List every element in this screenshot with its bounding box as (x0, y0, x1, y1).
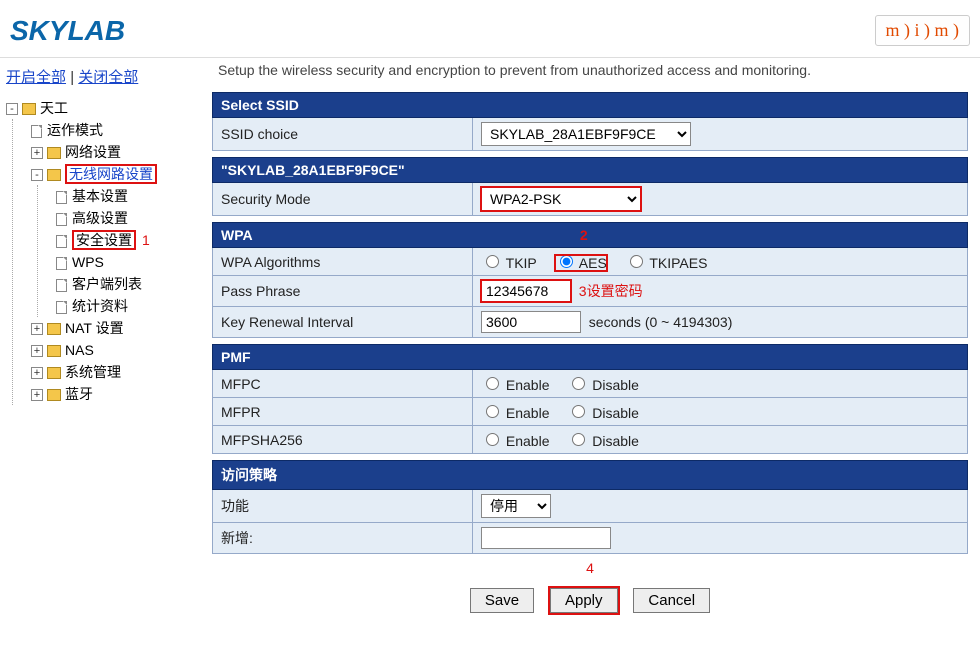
access-header: 访问策略 (213, 461, 968, 490)
mfpr-enable[interactable]: Enable (481, 405, 549, 421)
kri-input[interactable] (481, 311, 581, 333)
pmf-header: PMF (213, 345, 968, 370)
annotation-4: 4 (212, 560, 968, 576)
mfpsha-disable[interactable]: Disable (567, 433, 639, 449)
alg-tkip[interactable]: TKIP (481, 255, 537, 271)
annotation-3: 3设置密码 (579, 283, 643, 299)
open-all-link[interactable]: 开启全部 (6, 69, 66, 86)
alg-tkipaes[interactable]: TKIPAES (625, 255, 708, 271)
header-bar: SKYLAB m ) i ) m ) (0, 0, 980, 58)
tree-root-label: 天工 (40, 100, 68, 116)
select-ssid-header: Select SSID (213, 93, 968, 118)
tree-wps[interactable]: WPS (56, 251, 194, 273)
mfpr-disable[interactable]: Disable (567, 405, 639, 421)
func-select[interactable]: 停用 (481, 494, 551, 518)
alg-aes[interactable]: AES (555, 255, 607, 271)
tree-security[interactable]: 安全设置1 (56, 229, 194, 251)
mfpsha-enable[interactable]: Enable (481, 433, 549, 449)
tree-sysmgmt[interactable]: +系统管理 (31, 361, 194, 383)
func-label: 功能 (213, 490, 473, 523)
tree-advanced[interactable]: 高级设置 (56, 207, 194, 229)
passphrase-label: Pass Phrase (213, 276, 473, 307)
wpa-alg-label: WPA Algorithms (213, 248, 473, 276)
ssid-quoted-header: "SKYLAB_28A1EBF9F9CE" (213, 158, 968, 183)
passphrase-input[interactable] (481, 280, 571, 302)
wpa-header: WPA 2 (213, 223, 968, 248)
mfpc-enable[interactable]: Enable (481, 377, 549, 393)
mfpc-disable[interactable]: Disable (567, 377, 639, 393)
tree-nas[interactable]: +NAS (31, 339, 194, 361)
tree-toggle: 开启全部 | 关闭全部 (6, 66, 194, 87)
save-button[interactable]: Save (470, 588, 534, 613)
cancel-button[interactable]: Cancel (633, 588, 710, 613)
mfpsha-label: MFPSHA256 (213, 426, 473, 454)
tree-stats[interactable]: 统计资料 (56, 295, 194, 317)
tree-bt[interactable]: +蓝牙 (31, 383, 194, 405)
wpa-table: WPA 2 WPA Algorithms TKIP AES TKIPAES Pa… (212, 222, 968, 338)
tree-opmode[interactable]: 运作模式 (31, 119, 194, 141)
kri-unit: seconds (0 ~ 4194303) (589, 314, 733, 330)
add-input[interactable] (481, 527, 611, 549)
close-all-link[interactable]: 关闭全部 (78, 69, 138, 86)
tree-wireless[interactable]: -无线网路设置 基本设置 高级设置 安全设置1 WPS 客户端列表 统计资料 (31, 163, 194, 317)
pmf-table: PMF MFPC Enable Disable MFPR Enable Disa… (212, 344, 968, 454)
mfpc-label: MFPC (213, 370, 473, 398)
annotation-1: 1 (142, 232, 150, 248)
alg-aes-radio[interactable] (560, 255, 573, 268)
mfpr-label: MFPR (213, 398, 473, 426)
select-ssid-table: Select SSID SSID choice SKYLAB_28A1EBF9F… (212, 92, 968, 151)
tree-nat[interactable]: +NAT 设置 (31, 317, 194, 339)
ssid-choice-label: SSID choice (213, 118, 473, 151)
main-panel: Setup the wireless security and encrypti… (200, 58, 980, 629)
security-mode-label: Security Mode (213, 183, 473, 216)
annotation-2: 2 (580, 227, 588, 243)
sidebar: 开启全部 | 关闭全部 -天工 运作模式 +网络设置 -无线网路设置 基本设置 … (0, 58, 200, 629)
kri-label: Key Renewal Interval (213, 307, 473, 338)
apply-button[interactable]: Apply (550, 588, 618, 613)
alg-tkipaes-radio[interactable] (630, 255, 643, 268)
alg-tkip-radio[interactable] (486, 255, 499, 268)
tree-root[interactable]: -天工 运作模式 +网络设置 -无线网路设置 基本设置 高级设置 安全设置1 W… (6, 97, 194, 405)
button-row: Save Apply Cancel (212, 588, 968, 613)
security-mode-select[interactable]: WPA2-PSK (481, 187, 641, 211)
add-label: 新增: (213, 523, 473, 554)
tree-basic[interactable]: 基本设置 (56, 185, 194, 207)
tree-netset[interactable]: +网络设置 (31, 141, 194, 163)
brand-logo: SKYLAB (10, 15, 125, 47)
mimo-badge: m ) i ) m ) (875, 15, 971, 46)
tree-clients[interactable]: 客户端列表 (56, 273, 194, 295)
access-policy-table: 访问策略 功能 停用 新增: (212, 460, 968, 554)
ssid-choice-select[interactable]: SKYLAB_28A1EBF9F9CE (481, 122, 691, 146)
nav-tree: -天工 运作模式 +网络设置 -无线网路设置 基本设置 高级设置 安全设置1 W… (6, 97, 194, 405)
ssid-section-table: "SKYLAB_28A1EBF9F9CE" Security Mode WPA2… (212, 157, 968, 216)
intro-text: Setup the wireless security and encrypti… (218, 62, 968, 78)
